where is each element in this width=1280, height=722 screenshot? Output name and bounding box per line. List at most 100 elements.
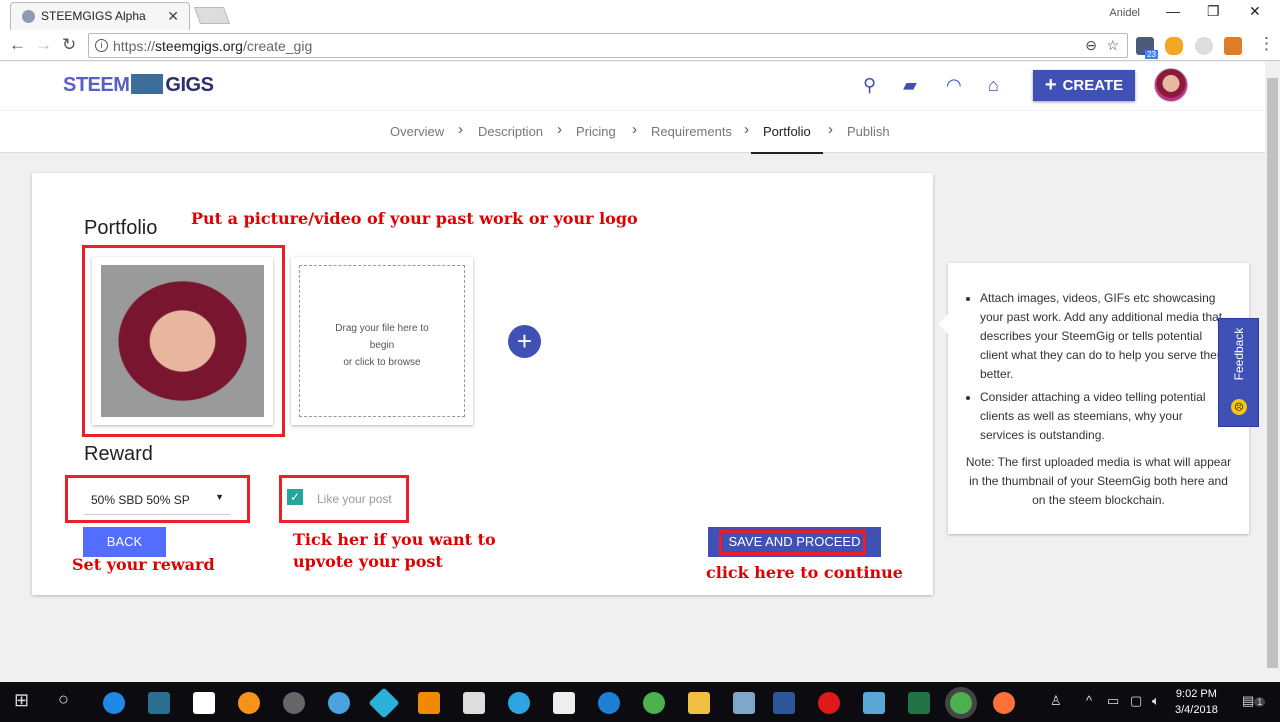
browser-tabbar: STEEMGIGS Alpha ✕ Anidel — ❐ ✕ — [0, 0, 1280, 30]
edge-icon[interactable] — [598, 692, 620, 714]
taskbar-app-icon[interactable] — [283, 692, 305, 714]
taskbar-app-icon[interactable] — [103, 692, 125, 714]
help-note: Note: The first uploaded media is what w… — [965, 455, 1232, 507]
url-scheme: https:// — [113, 38, 156, 54]
windows-taskbar: ⊞ ○ ♙ ^ ▭ ▢ 🔈︎ 9:02 PM 3/4/2018 ▤ 1 — [0, 682, 1280, 722]
drop-text: Drag your file here to — [335, 323, 429, 334]
firefox-icon[interactable] — [993, 692, 1015, 714]
extension-wordpress-icon[interactable] — [1195, 37, 1213, 55]
vlc-icon[interactable] — [418, 692, 440, 714]
step-requirements[interactable]: Requirements — [651, 124, 732, 139]
drop-text: begin — [369, 340, 395, 351]
file-dropzone[interactable]: Drag your file here to begin or click to b… — [291, 257, 473, 425]
smiley-icon: ☹ — [1231, 399, 1247, 415]
taskbar-app-icon[interactable] — [463, 692, 485, 714]
annotation-box — [719, 530, 866, 555]
extension-hand-icon[interactable] — [1165, 37, 1183, 55]
reward-select[interactable]: 50% SBD 50% SP ▼ — [84, 483, 230, 515]
portfolio-thumbnail[interactable] — [92, 257, 273, 425]
windows-start-icon[interactable]: ⊞ — [14, 690, 29, 711]
portfolio-photo — [101, 265, 264, 417]
battery-icon[interactable]: ▭ — [1107, 693, 1119, 709]
chevron-right-icon: › — [557, 121, 562, 138]
chrome-icon[interactable] — [643, 692, 665, 714]
step-publish[interactable]: Publish — [847, 124, 890, 139]
profile-name[interactable]: Anidel — [1109, 7, 1140, 19]
bag-icon[interactable]: ⌂ — [988, 75, 999, 96]
avatar[interactable] — [1154, 68, 1188, 102]
opera-icon[interactable] — [818, 692, 840, 714]
plus-icon: + — [1044, 74, 1057, 96]
annotation-reward: Set your reward — [72, 555, 215, 574]
close-tab-icon[interactable]: ✕ — [167, 8, 179, 25]
file-explorer-icon[interactable] — [688, 692, 710, 714]
like-post-checkbox[interactable]: ✓ — [287, 489, 303, 505]
menu-icon[interactable]: ⋮ — [1258, 34, 1275, 54]
taskbar-app-icon[interactable] — [328, 692, 350, 714]
back-icon[interactable]: ← — [9, 35, 26, 55]
extension-metamask-icon[interactable] — [1224, 37, 1242, 55]
step-nav: Overview › Description › Pricing › Requi… — [0, 110, 1265, 154]
reload-icon[interactable]: ↻ — [62, 35, 76, 55]
people-icon[interactable]: ♙ — [1050, 693, 1062, 709]
excel-icon[interactable] — [908, 692, 930, 714]
feedback-tab[interactable]: Feedback ☹ — [1218, 318, 1259, 427]
create-label: CREATE — [1062, 77, 1124, 94]
star-icon[interactable]: ☆ — [1106, 37, 1119, 54]
steemgigs-logo[interactable]: STEEM GIGS — [63, 74, 214, 97]
date: 3/4/2018 — [1175, 704, 1218, 716]
back-button[interactable]: BACK — [83, 527, 166, 557]
annotation-tick-2: upvote your post — [293, 552, 443, 571]
network-icon[interactable]: ▢ — [1130, 693, 1142, 709]
taskbar-app-icon[interactable] — [193, 692, 215, 714]
info-icon[interactable]: i — [95, 39, 108, 52]
notification-count: 1 — [1254, 697, 1266, 707]
time: 9:02 PM — [1175, 688, 1217, 700]
annotation-continue: click here to continue — [706, 563, 903, 582]
chevron-right-icon: › — [744, 121, 749, 138]
step-overview[interactable]: Overview — [390, 124, 444, 139]
browser-toolbar: ← → ↻ i https://steemgigs.org/create_gig … — [0, 30, 1280, 61]
annotation-top: Put a picture/video of your past work or… — [191, 209, 638, 228]
telegram-icon[interactable] — [508, 692, 530, 714]
step-portfolio[interactable]: Portfolio — [751, 124, 823, 154]
minimize-icon[interactable]: — — [1166, 3, 1180, 19]
bitcoin-icon[interactable] — [238, 692, 260, 714]
page-scrollbar[interactable] — [1265, 62, 1280, 682]
reward-title: Reward — [84, 443, 153, 465]
new-tab-button[interactable] — [193, 7, 231, 24]
scrollbar-thumb[interactable] — [1267, 78, 1278, 668]
forward-icon[interactable]: → — [35, 35, 52, 55]
add-media-button[interactable]: + — [508, 325, 541, 358]
help-bullet: Consider attaching a video telling poten… — [980, 388, 1229, 445]
taskbar-app-icon[interactable] — [863, 692, 885, 714]
dashboard-icon[interactable]: ◠ — [946, 75, 962, 96]
create-button[interactable]: + CREATE — [1033, 70, 1135, 101]
show-hidden-icon[interactable]: ^ — [1086, 693, 1092, 708]
file-icon[interactable] — [553, 692, 575, 714]
chrome-active-icon[interactable] — [950, 692, 972, 714]
action-center-icon[interactable]: ▤ 1 — [1242, 693, 1266, 709]
chat-icon[interactable]: ▰ — [903, 75, 917, 96]
clock[interactable]: 9:02 PM 3/4/2018 — [1175, 686, 1218, 718]
favicon-icon — [22, 10, 35, 23]
restore-icon[interactable]: ❐ — [1207, 3, 1220, 20]
step-description[interactable]: Description — [478, 124, 543, 139]
help-bullet: Attach images, videos, GIFs etc showcasi… — [980, 289, 1229, 384]
taskbar-app-icon[interactable] — [368, 687, 400, 719]
browser-tab[interactable]: STEEMGIGS Alpha ✕ — [10, 2, 190, 30]
cortana-icon[interactable]: ○ — [58, 689, 69, 710]
zoom-icon[interactable]: ⊖ — [1085, 37, 1097, 54]
taskbar-app-icon[interactable] — [733, 692, 755, 714]
drop-text: or click to browse — [343, 357, 421, 368]
like-post-label[interactable]: Like your post — [317, 492, 392, 506]
volume-icon[interactable]: 🔈︎ — [1152, 693, 1160, 709]
url-path: /create_gig — [242, 38, 313, 54]
address-bar[interactable]: i https://steemgigs.org/create_gig ⊖ ☆ — [88, 33, 1128, 58]
search-icon[interactable]: ⚲ — [863, 75, 876, 96]
taskbar-app-icon[interactable] — [148, 692, 170, 714]
step-pricing[interactable]: Pricing — [576, 124, 616, 139]
close-window-icon[interactable]: ✕ — [1249, 3, 1261, 20]
extension-calendar-icon[interactable]: 23 — [1136, 37, 1158, 59]
word-icon[interactable] — [773, 692, 795, 714]
